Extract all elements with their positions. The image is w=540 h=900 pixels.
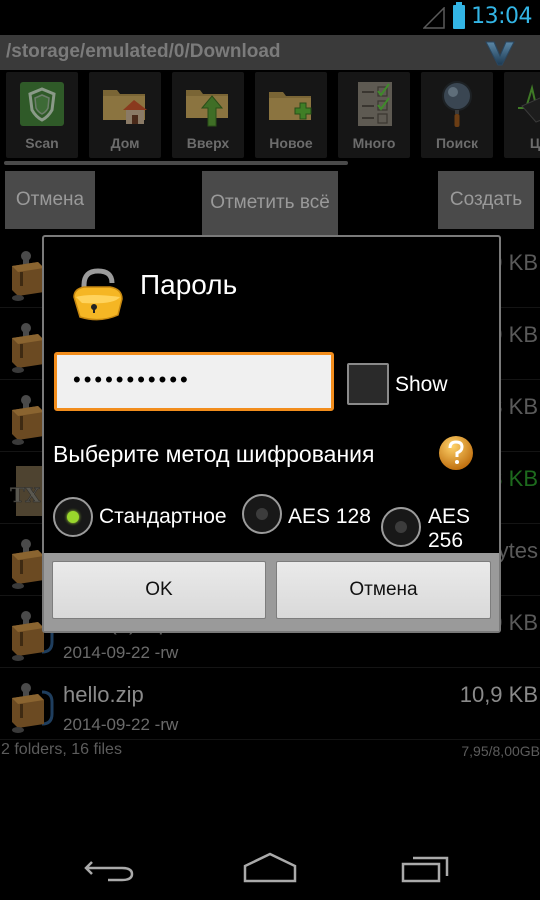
path-bar: /storage/emulated/0/Download [0, 35, 540, 70]
multi-select-icon [358, 82, 392, 126]
show-password-checkbox[interactable] [347, 363, 389, 405]
toolbar-label: Дом [110, 135, 140, 151]
password-input[interactable]: ••••••••••• [54, 352, 334, 411]
toolbar: Scan Дом Вверх Новое Много Поиск Ц [0, 70, 540, 160]
radio-indicator [256, 508, 268, 520]
file-date-perms: 2014-09-22 -rw [63, 715, 179, 734]
file-date-perms: 2014-09-22 -rw [63, 643, 179, 662]
toolbar-label: Новое [269, 135, 313, 151]
password-dialog: Пароль ••••••••••• Show Выберите метод ш… [42, 235, 501, 633]
signal-icon [423, 7, 445, 29]
toolbar-label: ЦП [529, 135, 540, 151]
home-icon[interactable] [240, 848, 300, 888]
status-bar: 13:04 [0, 0, 540, 35]
radio-standard[interactable] [53, 497, 93, 537]
radio-aes256-label[interactable]: AES 256 [428, 505, 478, 553]
file-name: hello.zip [63, 682, 144, 707]
folder-file-count: 2 folders, 16 files [1, 741, 122, 758]
padlock-icon [73, 268, 123, 321]
home-folder-icon [103, 90, 147, 124]
toolbar-scrollbar[interactable] [4, 161, 348, 165]
app-logo-v-icon[interactable] [484, 39, 516, 67]
radio-aes128-label[interactable]: AES 128 [288, 505, 371, 529]
dialog-title: Пароль [140, 269, 238, 300]
new-folder-icon [269, 92, 312, 120]
toolbar-search-button[interactable]: Поиск [421, 72, 493, 158]
select-all-button[interactable]: Отметить всё [202, 171, 338, 235]
radio-indicator [395, 521, 407, 533]
help-icon[interactable] [437, 434, 475, 472]
dialog-button-bar: OK Отмена [44, 553, 499, 631]
back-icon[interactable] [82, 848, 142, 888]
storage-usage: 7,95/8,00GB [461, 743, 540, 759]
password-value: ••••••••••• [73, 367, 191, 392]
recents-icon[interactable] [400, 848, 460, 888]
toolbar-cpu-button[interactable]: ЦП [504, 72, 540, 158]
toolbar-label: Поиск [435, 135, 478, 151]
battery-icon [453, 2, 465, 29]
cancel-button[interactable]: Отмена [5, 171, 95, 229]
create-button[interactable]: Создать [438, 171, 534, 229]
toolbar-multi-button[interactable]: Много [338, 72, 410, 158]
current-path[interactable]: /storage/emulated/0/Download [6, 41, 281, 63]
radio-aes128[interactable] [242, 494, 282, 534]
shield-scan-icon [20, 82, 64, 126]
dialog-cancel-button[interactable]: Отмена [276, 561, 491, 619]
show-password-label[interactable]: Show [395, 373, 448, 397]
folder-up-icon [186, 90, 228, 127]
svg-text:TX: TX [10, 483, 41, 507]
cpu-icon [518, 84, 540, 123]
toolbar-label: Вверх [186, 135, 230, 151]
zip-file-icon [12, 683, 54, 733]
toolbar-home-button[interactable]: Дом [89, 72, 161, 158]
ok-button[interactable]: OK [52, 561, 266, 619]
navigation-bar [0, 828, 540, 900]
toolbar-scan-button[interactable]: Scan [6, 72, 78, 158]
clock: 13:04 [471, 4, 532, 29]
toolbar-new-button[interactable]: Новое [255, 72, 327, 158]
file-row[interactable]: hello.zip 2014-09-22 -rw 10,9 KB [0, 672, 540, 740]
encryption-method-label: Выберите метод шифрования [53, 441, 375, 467]
toolbar-label: Много [352, 135, 396, 151]
toolbar-label: Scan [25, 135, 59, 151]
radio-aes256[interactable] [381, 507, 421, 547]
radio-indicator [67, 511, 79, 523]
radio-standard-label[interactable]: Стандартное [99, 505, 227, 529]
toolbar-up-button[interactable]: Вверх [172, 72, 244, 158]
file-size: 10,9 KB [459, 682, 538, 707]
search-icon [442, 81, 472, 127]
